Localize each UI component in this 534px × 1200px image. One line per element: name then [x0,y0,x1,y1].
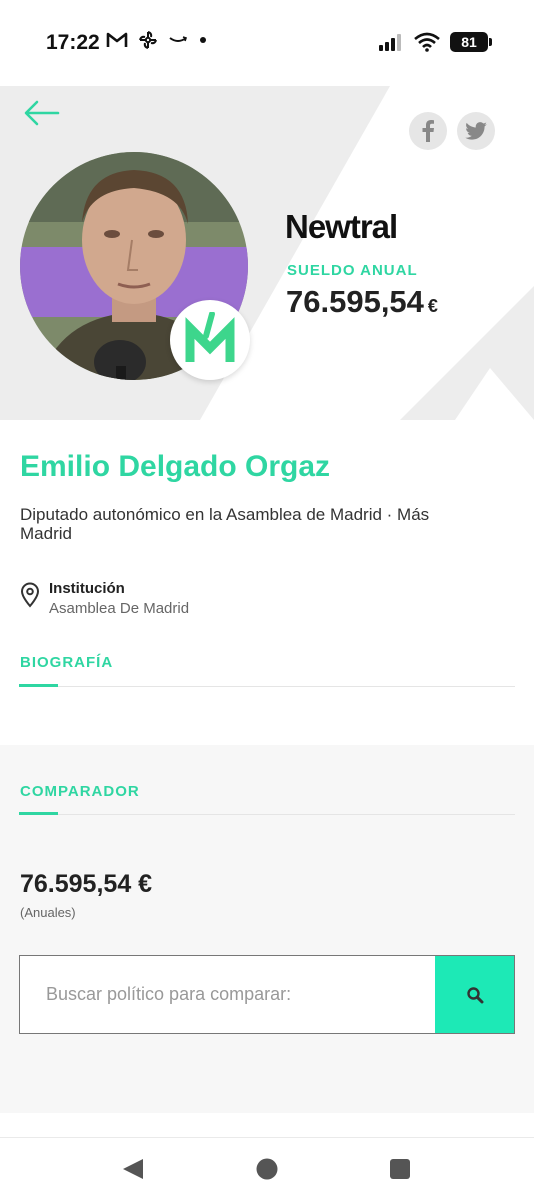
recents-nav-icon[interactable] [389,1158,411,1180]
notification-icons [106,30,208,50]
home-nav-icon[interactable] [255,1158,279,1180]
biografia-tab-indicator [19,684,58,687]
twitter-icon [465,122,487,140]
gmail-icon [106,32,128,47]
tab-biografia[interactable]: BIOGRAFÍA [20,654,113,671]
search-icon [466,986,483,1003]
salary-currency: € [427,296,438,316]
dot-icon [200,37,206,43]
institution-title: Institución [49,580,125,597]
newtral-logo: Newtral [285,208,398,245]
status-time: 17:22 [46,31,100,54]
mas-madrid-logo-icon [185,312,235,362]
signal-icon [379,34,401,51]
comparador-tab-indicator [19,812,58,815]
amazon-icon [169,36,188,42]
compare-search-box [19,955,515,1034]
tab-comparador[interactable]: COMPARADOR [20,783,140,800]
pinwheel-icon [139,31,157,49]
facebook-share-button[interactable] [409,112,447,150]
back-arrow-icon[interactable] [22,98,62,128]
comparador-divider [20,814,515,815]
facebook-icon [422,120,434,142]
battery-indicator: 81 [450,32,492,52]
politician-role: Diputado autonómico en la Asamblea de Ma… [20,505,430,543]
compare-search-input[interactable] [20,956,435,1033]
system-icons: 81 [378,32,492,52]
party-logo [170,300,250,380]
institution-value: Asamblea De Madrid [49,600,190,617]
comparator-salary-period: (Anuales) [20,905,76,920]
biografia-divider [20,686,515,687]
salary-amount: 76.595,54 [286,284,424,319]
system-nav-bar [0,1138,534,1200]
status-bar: 17:22 81 [0,0,534,86]
comparator-salary-value: 76.595,54 € [20,870,153,898]
politician-name: Emilio Delgado Orgaz [20,450,331,483]
compare-search-button[interactable] [435,956,514,1033]
twitter-share-button[interactable] [457,112,495,150]
location-pin-icon [20,582,40,608]
hero-header: Newtral SUELDO ANUAL 76.595,54 € [0,86,534,420]
wifi-icon [414,32,440,52]
salary-value: 76.595,54 € [286,284,438,320]
back-nav-icon[interactable] [121,1158,145,1180]
salary-label: SUELDO ANUAL [287,262,418,279]
comparator-section: COMPARADOR 76.595,54 € (Anuales) [0,745,534,1113]
